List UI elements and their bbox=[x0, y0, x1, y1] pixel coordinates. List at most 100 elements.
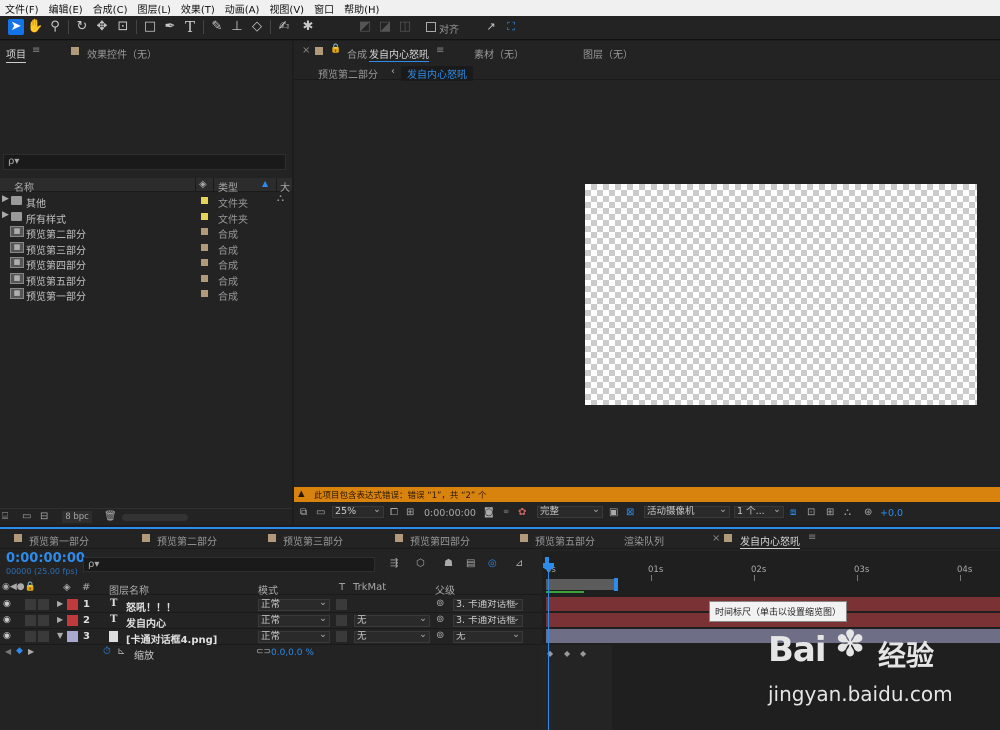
tab-project[interactable]: 项目 bbox=[6, 46, 26, 63]
tab-footage[interactable]: 素材（无） bbox=[474, 46, 524, 61]
parent-pickwhip-icon[interactable]: ⊚ bbox=[436, 614, 444, 625]
transparency-grid-toggle-icon[interactable]: ⊠ bbox=[626, 507, 634, 518]
label-color-swatch[interactable] bbox=[201, 259, 208, 266]
graph-icon[interactable]: ⊾ bbox=[117, 646, 125, 657]
layer-name[interactable]: [卡通对话框4.png] bbox=[126, 631, 217, 646]
parent-dropdown[interactable]: 无 bbox=[453, 631, 523, 643]
pen-tool-icon[interactable]: ✒ bbox=[162, 19, 178, 35]
menu-effect[interactable]: 效果(T) bbox=[176, 1, 220, 16]
tab-composition[interactable]: 发自内心怒吼 bbox=[369, 46, 429, 62]
audio-switch[interactable] bbox=[25, 631, 36, 642]
preserve-transparency-switch[interactable] bbox=[336, 615, 347, 626]
menu-edit[interactable]: 编辑(E) bbox=[44, 1, 88, 16]
label-color-swatch[interactable] bbox=[201, 228, 208, 235]
next-keyframe-icon[interactable]: ▶ bbox=[28, 647, 34, 656]
layer-name[interactable]: 发自内心 bbox=[126, 615, 166, 630]
color-channel-icon[interactable]: ✿ bbox=[518, 507, 526, 518]
camera-view-dropdown[interactable]: 活动摄像机 bbox=[644, 505, 730, 518]
grid-icon[interactable]: ⊞ bbox=[406, 507, 414, 518]
selection-tool-icon[interactable]: ➤ bbox=[8, 19, 24, 35]
label-color-swatch[interactable] bbox=[201, 243, 208, 251]
blend-mode-dropdown[interactable]: 正常 bbox=[258, 630, 330, 643]
lock-switch[interactable] bbox=[38, 599, 49, 610]
audio-switch[interactable] bbox=[25, 599, 36, 610]
property-value[interactable]: 0.0,0.0 % bbox=[271, 648, 314, 658]
new-comp-icon[interactable]: ⊟ bbox=[40, 511, 48, 522]
audio-switch[interactable] bbox=[25, 615, 36, 626]
menu-window[interactable]: 窗口 bbox=[309, 1, 339, 16]
label-color-swatch[interactable] bbox=[201, 274, 208, 282]
snapshot-icon[interactable]: ◙ bbox=[484, 507, 494, 518]
project-item[interactable]: ▶ 其他 文件夹 bbox=[0, 193, 276, 210]
layer-row[interactable]: ◉ ▼ 3 [卡通对话框4.png] 正常 无 ⊚ 无 bbox=[0, 629, 542, 646]
label-color-swatch[interactable] bbox=[201, 197, 208, 204]
project-search-input[interactable]: ρ▾ bbox=[3, 154, 286, 170]
expand-layer-icon[interactable]: ▼ bbox=[57, 631, 63, 640]
expand-layer-icon[interactable]: ▶ bbox=[57, 615, 63, 624]
label-color-swatch[interactable] bbox=[201, 212, 208, 220]
layer-label-swatch[interactable] bbox=[67, 599, 78, 610]
lock-switch[interactable] bbox=[38, 615, 49, 626]
roto-brush-tool-icon[interactable]: ✍ bbox=[276, 19, 292, 35]
eye-icon[interactable]: ◉ bbox=[3, 599, 11, 609]
col-layer-name[interactable]: 图层名称 bbox=[109, 582, 149, 597]
exposure-value[interactable]: +0.0 bbox=[880, 508, 903, 519]
label-color-swatch[interactable] bbox=[201, 290, 208, 297]
timeline-icon[interactable]: ⊞ bbox=[826, 507, 834, 518]
axis-world-icon[interactable]: ◪ bbox=[377, 19, 393, 35]
snap-arrow-icon[interactable]: ↗ bbox=[483, 19, 499, 35]
show-snapshot-icon[interactable]: ⚭ bbox=[502, 507, 510, 518]
composition-viewport[interactable] bbox=[294, 81, 1000, 486]
viewer-timecode[interactable]: 0:00:00:00 bbox=[424, 508, 476, 519]
type-tool-icon[interactable]: T bbox=[182, 19, 198, 35]
zoom-tool-icon[interactable]: ⚲ bbox=[47, 19, 63, 35]
interpret-footage-icon[interactable]: ⌸ bbox=[2, 511, 8, 522]
preserve-transparency-switch[interactable] bbox=[336, 631, 347, 642]
keyframe-add-icon[interactable]: ◆ bbox=[16, 646, 23, 656]
eye-icon[interactable]: ◉ bbox=[3, 631, 11, 641]
menu-composition[interactable]: 合成(C) bbox=[88, 1, 133, 16]
lock-icon[interactable]: 🔒 bbox=[330, 44, 341, 54]
eye-icon[interactable]: ◉ bbox=[3, 615, 11, 625]
brush-tool-icon[interactable]: ✎ bbox=[209, 19, 225, 35]
label-column-icon[interactable]: ◈ bbox=[199, 179, 207, 190]
layer-row[interactable]: ◉ ▶ 1 T 怒吼！！！ 正常 ⊚ 3. 卡通对话框 bbox=[0, 597, 542, 614]
breadcrumb-prev-comp[interactable]: 预览第二部分 bbox=[318, 66, 378, 81]
fast-previews-icon[interactable]: ⊡ bbox=[807, 507, 815, 518]
monitor-icon[interactable]: ▭ bbox=[316, 507, 325, 518]
clone-stamp-tool-icon[interactable]: ⊥ bbox=[229, 19, 245, 35]
close-tab-icon[interactable]: × bbox=[302, 45, 310, 56]
view-layout-dropdown[interactable]: 1 个... bbox=[734, 505, 784, 518]
frame-blending-icon[interactable]: ▤ bbox=[466, 558, 475, 569]
region-of-interest-icon[interactable]: ▣ bbox=[609, 507, 618, 518]
always-preview-icon[interactable]: ⧉ bbox=[300, 507, 307, 518]
puppet-pin-tool-icon[interactable]: ✱ bbox=[300, 19, 316, 35]
track-matte-dropdown[interactable]: 无 bbox=[354, 614, 430, 627]
keyframe-2[interactable]: ◆ bbox=[564, 649, 570, 658]
flowchart-view-icon[interactable]: ⛬ bbox=[844, 507, 851, 518]
constrain-proportions-icon[interactable]: ⊂⊃ bbox=[256, 647, 271, 657]
viewer-panel-menu-icon[interactable]: ≡ bbox=[436, 45, 444, 56]
shy-layers-icon[interactable]: ☗ bbox=[444, 558, 453, 569]
comp-mini-flowchart-icon[interactable]: ⇶ bbox=[390, 558, 398, 569]
current-time-indicator[interactable] bbox=[548, 563, 549, 730]
axis-local-icon[interactable]: ◩ bbox=[357, 19, 373, 35]
tab-layer[interactable]: 图层（无） bbox=[583, 46, 633, 61]
expand-caret-icon[interactable]: ▶ bbox=[2, 194, 9, 204]
eraser-tool-icon[interactable]: ◇ bbox=[249, 19, 265, 35]
menu-view[interactable]: 视图(V) bbox=[264, 1, 309, 16]
col-size[interactable]: 大 bbox=[280, 179, 290, 194]
project-item[interactable]: ▦ 预览第三部分 合成 bbox=[0, 240, 276, 257]
flowchart-icon[interactable]: ⛬ bbox=[277, 193, 284, 204]
menu-help[interactable]: 帮助(H) bbox=[339, 1, 384, 16]
keyframe-3[interactable]: ◆ bbox=[580, 649, 586, 658]
new-folder-icon[interactable]: ▭ bbox=[22, 511, 31, 522]
project-thumbnail-slider[interactable] bbox=[122, 514, 188, 521]
hand-tool-icon[interactable]: ✋ bbox=[27, 19, 43, 35]
panel-menu-icon[interactable]: ≡ bbox=[32, 45, 40, 56]
col-mode[interactable]: 模式 bbox=[258, 582, 278, 597]
layer-name[interactable]: 怒吼！！！ bbox=[126, 599, 176, 614]
menu-file[interactable]: 文件(F) bbox=[0, 1, 44, 16]
lock-switch[interactable] bbox=[38, 631, 49, 642]
parent-dropdown[interactable]: 3. 卡通对话框 bbox=[453, 615, 523, 627]
